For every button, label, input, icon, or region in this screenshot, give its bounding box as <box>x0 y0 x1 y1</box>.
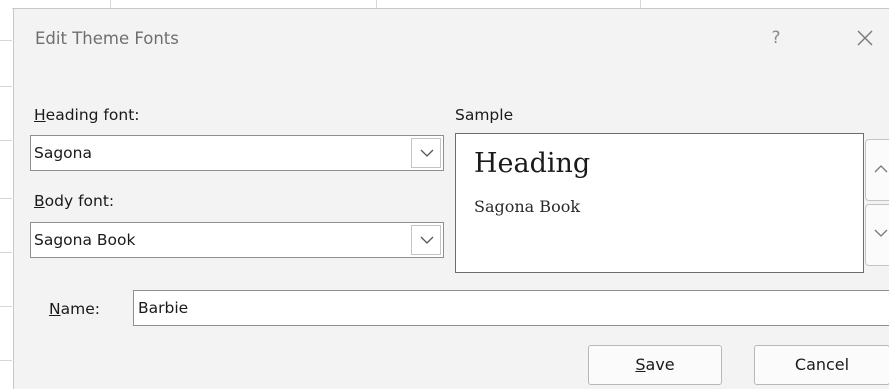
scroll-down-button[interactable] <box>865 204 889 266</box>
body-font-label: Body font: <box>34 192 114 210</box>
help-button[interactable]: ? <box>764 25 788 51</box>
grid-line <box>376 0 377 8</box>
name-value: Barbie <box>138 299 189 317</box>
body-font-hotkey: B <box>34 192 45 210</box>
screen: Edit Theme Fonts ? Heading font: Sagona … <box>0 0 889 389</box>
grid-line <box>0 140 12 141</box>
grid-line <box>0 306 12 307</box>
sample-label: Sample <box>455 106 514 124</box>
name-input[interactable]: Barbie <box>133 290 889 326</box>
heading-font-combobox[interactable]: Sagona <box>30 135 444 171</box>
name-hotkey: N <box>49 300 61 318</box>
save-hotkey: S <box>635 355 646 374</box>
close-icon <box>857 30 873 46</box>
close-button[interactable] <box>850 23 880 53</box>
heading-font-hotkey: H <box>34 106 46 124</box>
chevron-down-icon <box>420 236 434 244</box>
grid-line <box>0 198 12 199</box>
heading-font-dropdown-button[interactable] <box>411 138 441 168</box>
edit-theme-fonts-dialog: Edit Theme Fonts ? Heading font: Sagona … <box>13 8 889 389</box>
grid-line <box>0 40 12 41</box>
grid-line <box>640 0 641 8</box>
grid-line <box>0 252 12 253</box>
dialog-title: Edit Theme Fonts <box>35 29 179 48</box>
grid-line <box>0 360 12 361</box>
heading-font-value: Sagona <box>34 144 92 162</box>
heading-font-label: Heading font: <box>34 106 140 124</box>
name-label-text: ame: <box>60 300 100 318</box>
title-bar: Edit Theme Fonts ? <box>14 9 889 69</box>
chevron-up-icon <box>874 165 888 173</box>
sample-body-text: Sagona Book <box>474 197 581 216</box>
heading-font-label-text: eading font: <box>45 106 140 124</box>
chevron-down-icon <box>874 229 888 237</box>
sample-heading-text: Heading <box>474 148 591 179</box>
body-font-combobox[interactable]: Sagona Book <box>30 222 444 258</box>
save-button[interactable]: Save <box>588 345 722 385</box>
save-label: ave <box>645 355 675 374</box>
cancel-button[interactable]: Cancel <box>754 345 889 385</box>
name-label: Name: <box>49 300 100 318</box>
body-font-dropdown-button[interactable] <box>411 225 441 255</box>
body-font-label-text: ody font: <box>44 192 115 210</box>
scroll-up-button[interactable] <box>865 139 889 201</box>
body-font-value: Sagona Book <box>34 231 136 249</box>
sample-preview: Heading Sagona Book <box>455 133 864 273</box>
chevron-down-icon <box>420 149 434 157</box>
grid-line <box>0 86 12 87</box>
grid-line <box>110 0 111 8</box>
